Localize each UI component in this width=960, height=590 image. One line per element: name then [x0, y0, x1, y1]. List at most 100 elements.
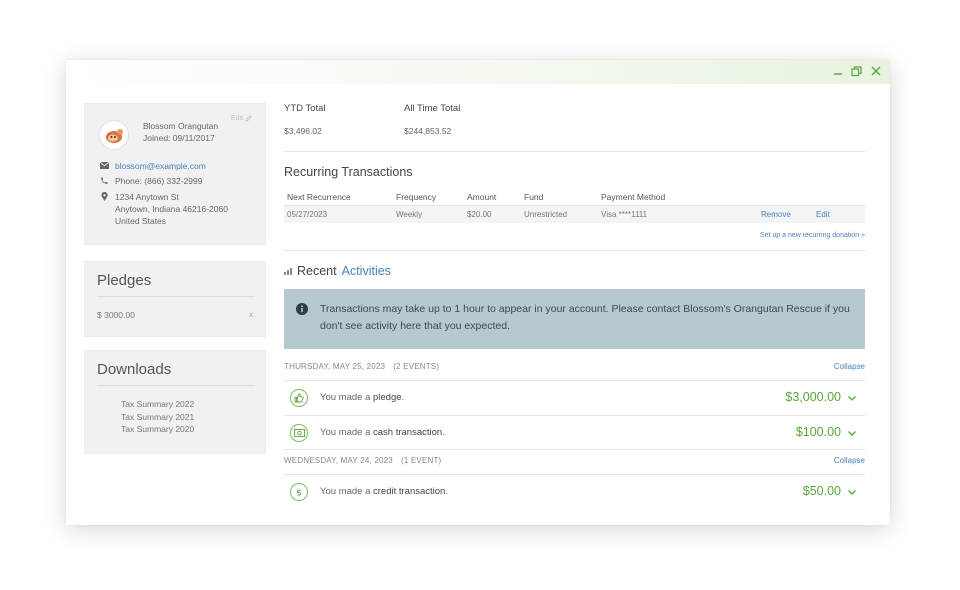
- address-line-1: 1234 Anytown St: [115, 192, 179, 202]
- table-header: Next Recurrence Frequency Amount Fund Pa…: [284, 189, 865, 205]
- info-notice: Transactions may take up to 1 hour to ap…: [284, 289, 865, 349]
- ytd-total-value: $3,496.02: [284, 126, 322, 136]
- activity-event-count: (2 EVENTS): [393, 362, 440, 371]
- window-controls: [831, 63, 882, 79]
- remove-recurring-button[interactable]: Remove: [761, 210, 791, 219]
- collapse-button[interactable]: Collapse: [834, 456, 865, 465]
- address-row: 1234 Anytown St Anytown, Indiana 46216-2…: [99, 191, 228, 227]
- ytd-total-label: YTD Total: [284, 103, 326, 114]
- activity-date-label: WEDNESDAY, MAY 24, 2023 (1 EVENT): [284, 456, 441, 465]
- download-link-tax-summary-2022[interactable]: Tax Summary 2022: [121, 398, 194, 411]
- phone-number: Phone: (866) 332-2999: [115, 176, 203, 186]
- setup-recurring-donation-link[interactable]: Set up a new recurring donation »: [284, 232, 865, 239]
- activity-prefix: You made a: [320, 392, 371, 403]
- info-icon: [296, 303, 308, 315]
- phone-row: Phone: (866) 332-2999: [99, 176, 202, 186]
- activity-amount: $50.00: [802, 484, 841, 498]
- activity-suffix: .: [442, 427, 445, 438]
- thumbs-up-icon: [290, 389, 308, 407]
- svg-text:$: $: [296, 488, 302, 497]
- cell-frequency: Weekly: [396, 210, 423, 219]
- pledge-amount: $ 3000.00: [97, 310, 135, 320]
- address-line-2: Anytown, Indiana 46216-2060: [115, 204, 228, 214]
- table-row: 05/27/2023 Weekly $20.00 Unrestricted Vi…: [284, 205, 865, 223]
- recent-title-accent: Activities: [341, 264, 391, 278]
- activity-keyword: pledge: [373, 392, 402, 403]
- restore-icon[interactable]: [850, 63, 863, 79]
- cell-payment-method: Visa ****1111: [601, 210, 648, 219]
- email-row: blossom@example.com: [99, 161, 206, 171]
- envelope-icon: [99, 161, 109, 169]
- close-icon[interactable]: [869, 63, 882, 79]
- phone-icon: [99, 176, 109, 185]
- edit-profile-label: Edit: [231, 115, 244, 122]
- title-bar: [66, 60, 890, 84]
- edit-recurring-button[interactable]: Edit: [816, 210, 830, 219]
- downloads-list: Tax Summary 2022 Tax Summary 2021 Tax Su…: [121, 398, 194, 436]
- pencil-icon: [245, 115, 252, 122]
- minimize-icon[interactable]: [831, 63, 844, 79]
- recurring-transactions-title: Recurring Transactions: [284, 165, 413, 179]
- address-line-3: United States: [115, 216, 167, 226]
- column-header-next-recurrence: Next Recurrence: [287, 192, 351, 202]
- recent-title-prefix: Recent: [297, 264, 337, 278]
- recurring-transactions-table: Next Recurrence Frequency Amount Fund Pa…: [284, 189, 865, 223]
- download-link-tax-summary-2020[interactable]: Tax Summary 2020: [121, 423, 194, 436]
- activity-date-header: WEDNESDAY, MAY 24, 2023 (1 EVENT) Collaps…: [284, 452, 865, 474]
- divider: [284, 151, 865, 152]
- divider: [97, 296, 255, 297]
- activity-row[interactable]: You made a cash transaction. $100.00: [284, 415, 865, 450]
- activity-suffix: .: [401, 392, 405, 403]
- downloads-title: Downloads: [97, 361, 172, 378]
- activity-date: WEDNESDAY, MAY 24, 2023: [284, 456, 393, 465]
- chevron-down-icon[interactable]: [847, 391, 857, 403]
- cell-fund: Unrestricted: [524, 210, 568, 219]
- activity-prefix: You made a: [320, 427, 371, 438]
- chevron-down-icon[interactable]: [847, 485, 857, 497]
- address: 1234 Anytown St Anytown, Indiana 46216-2…: [115, 191, 228, 227]
- column-header-payment-method: Payment Method: [601, 192, 666, 202]
- all-time-total-label: All Time Total: [404, 103, 461, 114]
- chevron-down-icon[interactable]: [847, 426, 857, 438]
- donor-name: Blossom Orangutan: [143, 121, 219, 131]
- sidebar: Blossom Orangutan Joined: 09/11/2017 Edi…: [84, 103, 266, 454]
- bar-chart-icon: [284, 267, 292, 275]
- activity-description: You made a cash transaction.: [320, 427, 445, 438]
- email-link[interactable]: blossom@example.com: [115, 161, 206, 171]
- pledge-remove-button[interactable]: x: [249, 310, 253, 319]
- cell-next-recurrence: 05/27/2023: [287, 210, 328, 219]
- activity-row[interactable]: You made a pledge. $3,000.00: [284, 380, 865, 415]
- notice-text: Transactions may take up to 1 hour to ap…: [320, 303, 850, 332]
- activity-keyword: credit transaction: [373, 486, 446, 497]
- divider: [97, 385, 255, 386]
- map-marker-icon: [99, 191, 109, 201]
- column-header-frequency: Frequency: [396, 192, 437, 202]
- column-header-fund: Fund: [524, 192, 544, 202]
- main-content: YTD Total $3,496.02 All Time Total $244,…: [284, 103, 865, 509]
- app-window: Blossom Orangutan Joined: 09/11/2017 Edi…: [66, 60, 890, 525]
- dollar-icon: $: [290, 483, 308, 501]
- activity-date-label: THURSDAY, MAY 25, 2023 (2 EVENTS): [284, 362, 439, 371]
- activity-suffix: .: [445, 486, 448, 497]
- activity-date-header: THURSDAY, MAY 25, 2023 (2 EVENTS) Collaps…: [284, 358, 865, 380]
- activity-date: THURSDAY, MAY 25, 2023: [284, 362, 386, 371]
- activity-prefix: You made a: [320, 486, 371, 497]
- downloads-card: Downloads Tax Summary 2022 Tax Summary 2…: [84, 350, 266, 454]
- activity-amount: $100.00: [795, 425, 841, 439]
- all-time-total-value: $244,853.52: [404, 126, 452, 136]
- activity-description: You made a credit transaction.: [320, 486, 448, 497]
- cash-icon: [290, 424, 308, 442]
- activity-description: You made a pledge.: [320, 392, 404, 403]
- donor-joined-date: Joined: 09/11/2017: [143, 133, 215, 143]
- activity-keyword: cash transaction: [373, 427, 443, 438]
- edit-profile-link[interactable]: Edit: [231, 115, 252, 122]
- divider: [284, 250, 865, 251]
- column-header-amount: Amount: [467, 192, 497, 202]
- pledges-title: Pledges: [97, 272, 152, 289]
- download-link-tax-summary-2021[interactable]: Tax Summary 2021: [121, 411, 194, 424]
- activity-row[interactable]: $ You made a credit transaction. $50.00: [284, 474, 865, 509]
- collapse-button[interactable]: Collapse: [834, 362, 865, 371]
- cell-amount: $20.00: [467, 210, 492, 219]
- activity-event-count: (1 EVENT): [400, 456, 442, 465]
- avatar: [99, 120, 129, 150]
